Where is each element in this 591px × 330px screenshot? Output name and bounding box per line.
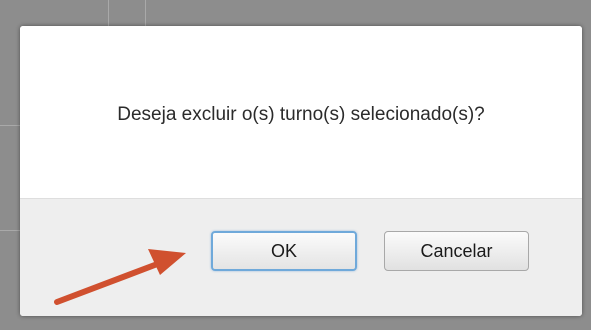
dialog-message: Deseja excluir o(s) turno(s) selecionado… [117,104,485,125]
cancel-button[interactable]: Cancelar [384,231,529,271]
backdrop-divider [108,0,109,26]
dialog-body: Deseja excluir o(s) turno(s) selecionado… [20,26,582,198]
backdrop-divider [0,230,20,231]
ok-button[interactable]: OK [211,231,357,271]
dialog-footer: OK Cancelar [20,198,582,316]
backdrop-divider [0,125,20,126]
confirm-dialog: Deseja excluir o(s) turno(s) selecionado… [20,26,582,316]
backdrop-divider [145,0,146,26]
